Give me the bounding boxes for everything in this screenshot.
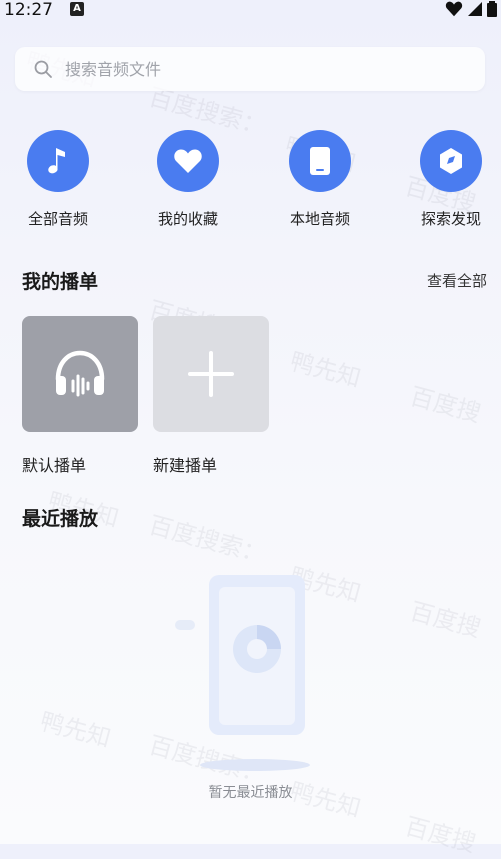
quick-action-label: 我的收藏 xyxy=(157,210,218,228)
phone-icon xyxy=(310,147,330,175)
watermark: 百度搜 xyxy=(406,597,484,643)
watermark: 百度搜 xyxy=(401,812,479,858)
search-bar[interactable] xyxy=(15,47,485,91)
quick-action-circle xyxy=(289,130,351,192)
see-all-link[interactable]: 查看全部 xyxy=(427,270,487,291)
heart-icon xyxy=(174,149,202,173)
status-time: 12:27 xyxy=(4,0,53,20)
my-playlists-title: 我的播单 xyxy=(22,271,99,293)
signal-icon xyxy=(468,2,482,16)
quick-actions: 全部音频 我的收藏 本地音频 探索发现 xyxy=(0,130,501,240)
headphones-icon xyxy=(55,350,105,397)
quick-action-favorites[interactable]: 我的收藏 xyxy=(138,130,238,229)
playlist-label-new: 新建播单 xyxy=(153,456,218,475)
quick-action-local-audio[interactable]: 本地音频 xyxy=(270,130,370,229)
watermark: 百度搜索： xyxy=(145,510,269,569)
playlist-card-new[interactable] xyxy=(153,316,269,432)
music-note-icon xyxy=(48,148,65,174)
quick-action-explore[interactable]: 探索发现 xyxy=(401,130,501,229)
quick-action-label: 探索发现 xyxy=(420,210,481,228)
compass-icon xyxy=(440,148,462,174)
quick-action-all-audio[interactable]: 全部音频 xyxy=(8,130,108,229)
quick-action-circle xyxy=(420,130,482,192)
empty-state-text: 暂无最近播放 xyxy=(208,785,293,801)
notification-a-icon: A xyxy=(70,2,84,16)
playlist-label-default: 默认播单 xyxy=(22,456,87,475)
heart-status-icon xyxy=(445,1,463,17)
watermark: 鸭先知 xyxy=(36,707,114,753)
battery-icon xyxy=(487,1,497,17)
playlist-card-default[interactable] xyxy=(22,316,138,432)
quick-action-circle xyxy=(27,130,89,192)
empty-phone-illustration xyxy=(175,575,310,771)
watermark: 鸭先知 xyxy=(286,347,364,393)
search-input[interactable] xyxy=(65,47,465,91)
watermark: 百度搜 xyxy=(406,382,484,428)
status-bar: 12:27 A xyxy=(0,0,501,24)
recent-title: 最近播放 xyxy=(22,508,99,530)
plus-icon xyxy=(188,351,234,397)
status-icons xyxy=(445,0,497,18)
quick-action-circle xyxy=(157,130,219,192)
quick-action-label: 本地音频 xyxy=(289,210,350,228)
search-icon xyxy=(34,60,52,78)
quick-action-label: 全部音频 xyxy=(27,210,88,228)
